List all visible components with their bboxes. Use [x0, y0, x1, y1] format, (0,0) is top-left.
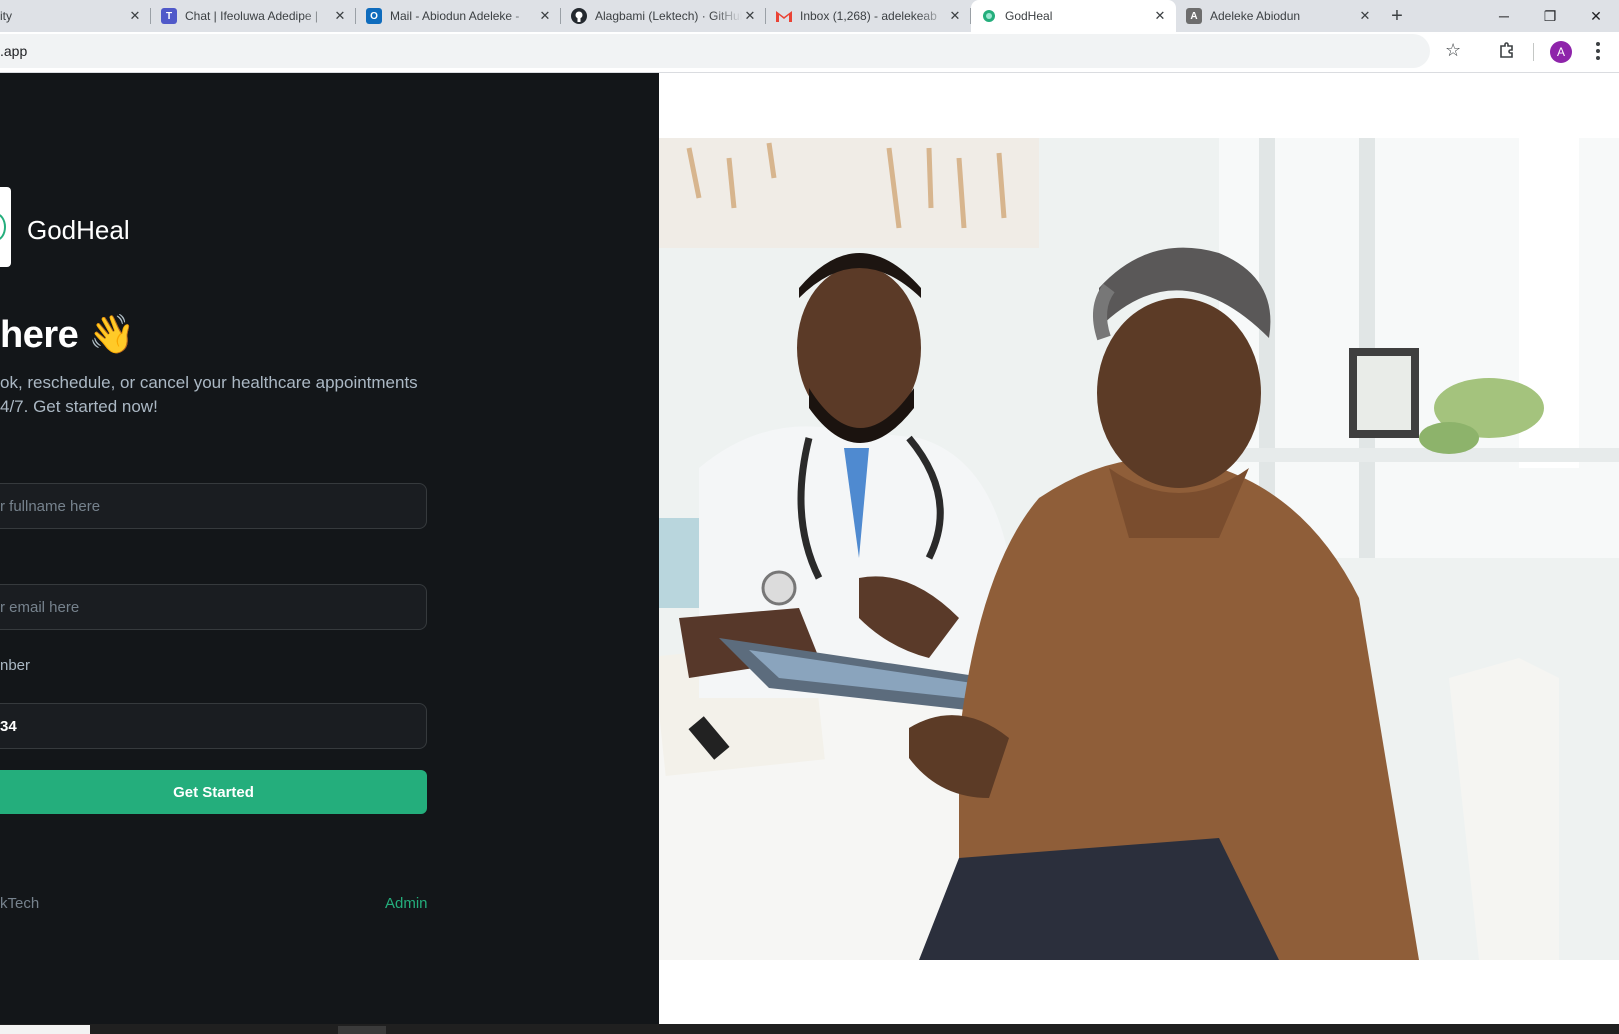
page-subtitle: ok, reschedule, or cancel your healthcar… — [0, 373, 418, 416]
browser-menu-icon[interactable] — [1590, 40, 1606, 62]
browser-tab[interactable]: Inbox (1,268) - adelekeab ✕ — [766, 0, 971, 32]
phone-field[interactable] — [0, 703, 427, 749]
os-taskbar — [0, 1024, 1619, 1034]
tab-close-icon[interactable]: ✕ — [332, 8, 348, 24]
tab-title: ity — [0, 9, 12, 23]
tab-close-icon[interactable]: ✕ — [947, 8, 963, 24]
browser-tab[interactable]: ity ✕ — [0, 0, 151, 32]
get-started-button[interactable]: Get Started — [0, 770, 427, 814]
tab-title: Alagbami (Lektech) · GitHub — [595, 9, 742, 23]
tab-close-icon[interactable]: ✕ — [742, 8, 758, 24]
doctor-and-patient-photo — [659, 138, 1619, 960]
tab-title: Mail - Abiodun Adeleke - — [390, 9, 520, 23]
taskbar-app-button[interactable] — [338, 1026, 386, 1034]
address-url[interactable]: .app — [0, 43, 27, 59]
email-input[interactable] — [0, 585, 426, 629]
fullname-input[interactable] — [0, 484, 426, 528]
tab-title: Adeleke Abiodun — [1210, 9, 1301, 23]
browser-tab[interactable]: O Mail - Abiodun Adeleke - ✕ — [356, 0, 561, 32]
browser-tab-strip: ity ✕ T Chat | Ifeoluwa Adedipe | ✕ O Ma… — [0, 0, 1619, 32]
gmail-icon — [776, 8, 792, 24]
restore-button[interactable]: ❐ — [1527, 0, 1573, 32]
copyright-text: kTech — [0, 895, 40, 912]
address-bar[interactable]: .app — [0, 34, 1430, 68]
close-window-button[interactable]: ✕ — [1573, 0, 1619, 32]
phone-input[interactable] — [0, 704, 426, 748]
tab-close-icon[interactable]: ✕ — [1357, 8, 1373, 24]
admin-link[interactable]: Admin — [385, 895, 428, 912]
minimize-button[interactable]: ─ — [1481, 0, 1527, 32]
form-panel: GodHeal here 👋 ok, reschedule, or cancel… — [0, 73, 659, 1034]
tab-title: Inbox (1,268) - adelekeab — [800, 9, 937, 23]
browser-tab[interactable]: Alagbami (Lektech) · GitHub ✕ — [561, 0, 766, 32]
phone-label: nber — [0, 657, 31, 674]
github-icon — [571, 8, 587, 24]
browser-tab[interactable]: T Chat | Ifeoluwa Adedipe | ✕ — [151, 0, 356, 32]
email-field[interactable] — [0, 584, 427, 630]
browser-toolbar: .app ☆ A — [0, 32, 1619, 73]
window-controls: ─ ❐ ✕ — [1481, 0, 1619, 32]
brand-name: GodHeal — [27, 215, 130, 245]
extensions-puzzle-icon[interactable] — [1497, 40, 1517, 60]
profile-avatar[interactable]: A — [1550, 41, 1572, 63]
hero-panel — [659, 73, 1619, 1024]
tab-title: Chat | Ifeoluwa Adedipe | — [185, 9, 318, 23]
tab-close-icon[interactable]: ✕ — [537, 8, 553, 24]
browser-tab[interactable]: A Adeleke Abiodun ✕ — [1176, 0, 1381, 32]
teams-icon: T — [161, 8, 177, 24]
profile-icon: A — [1186, 8, 1202, 24]
tab-title: GodHeal — [1005, 9, 1053, 23]
taskbar-search-box[interactable] — [0, 1025, 90, 1034]
new-tab-button[interactable]: + — [1381, 0, 1413, 32]
outlook-icon: O — [366, 8, 382, 24]
page-title: here 👋 — [0, 314, 136, 356]
tab-close-icon[interactable]: ✕ — [1152, 8, 1168, 24]
logo-icon — [0, 187, 11, 267]
fullname-field[interactable] — [0, 483, 427, 529]
bookmark-star-icon[interactable]: ☆ — [1445, 40, 1461, 61]
godheal-icon — [981, 8, 997, 24]
toolbar-divider — [1533, 43, 1534, 61]
tab-close-icon[interactable]: ✕ — [127, 8, 143, 24]
browser-tab-active[interactable]: GodHeal ✕ — [971, 0, 1176, 32]
